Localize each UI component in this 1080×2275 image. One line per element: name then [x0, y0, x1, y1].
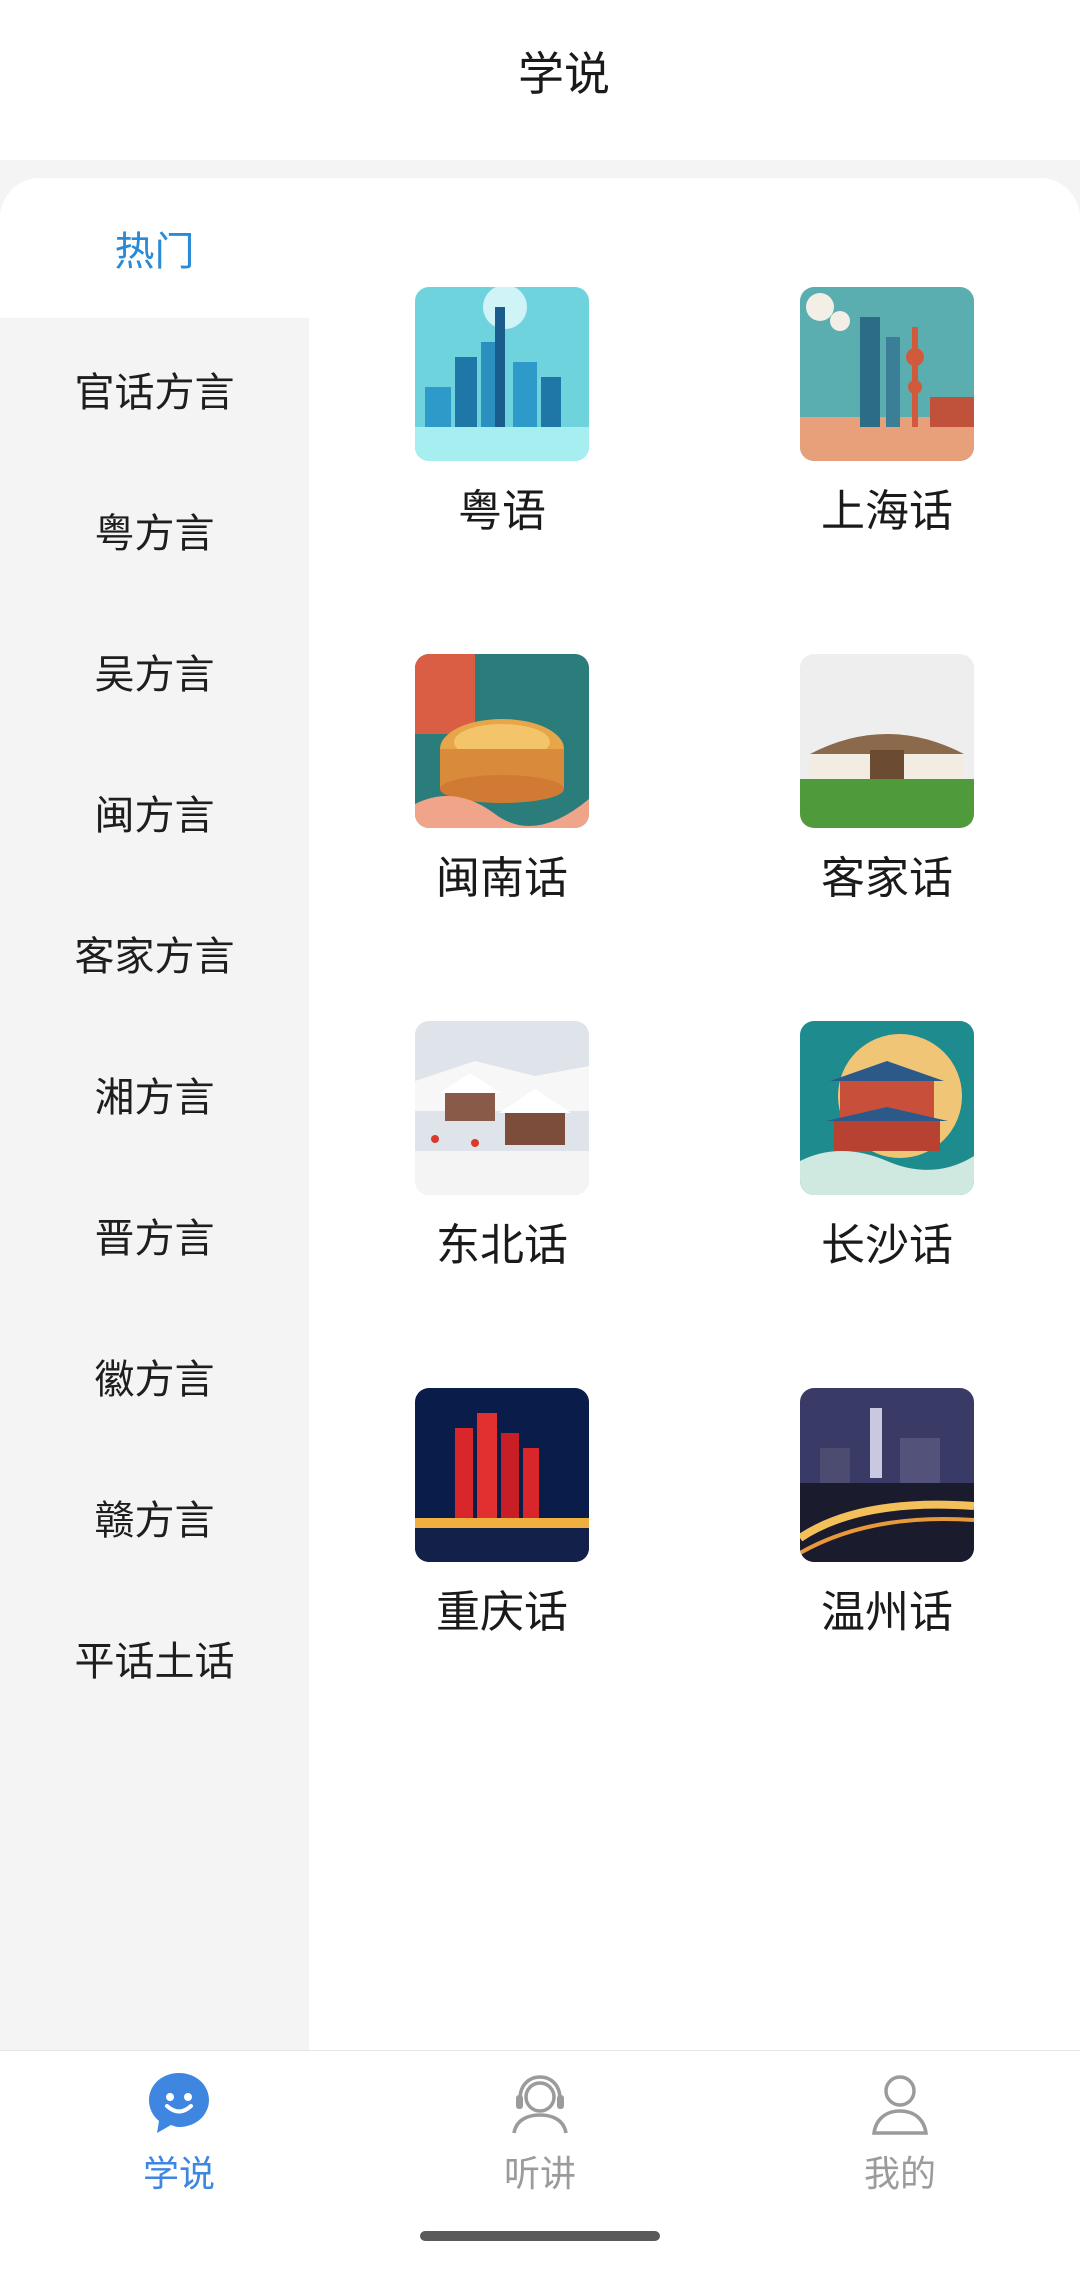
shanghai-skyline-image	[800, 287, 974, 461]
top-bar: 学说	[0, 0, 1080, 160]
tulou-illustration-image	[415, 654, 589, 828]
chat-smile-icon	[149, 2073, 209, 2133]
changsha-pavilion-image	[800, 1021, 974, 1195]
tab-listen[interactable]: 听讲	[440, 2065, 640, 2205]
sidebar-item-hakka[interactable]: 客家方言	[0, 883, 309, 1023]
sidebar-item-hot[interactable]: 热门	[0, 178, 309, 318]
category-sidebar: 热门 官话方言 粤方言 吴方言 闽方言 客家方言 湘方言 晋方言 徽方言 赣方言…	[0, 178, 309, 2050]
guangzhou-skyline-image	[415, 287, 589, 461]
sidebar-item-jin[interactable]: 晋方言	[0, 1165, 309, 1305]
tab-learn-speak[interactable]: 学说	[79, 2065, 279, 2205]
dialect-label: 重庆话	[436, 1587, 568, 1638]
dialect-tile-dongbei[interactable]: 东北话	[371, 1021, 631, 1281]
dialect-label: 温州话	[821, 1587, 953, 1638]
sidebar-item-gan[interactable]: 赣方言	[0, 1447, 309, 1587]
tab-label: 学说	[142, 2154, 215, 2195]
user-profile-icon	[871, 2075, 929, 2135]
chongqing-night-image	[415, 1388, 589, 1562]
dialect-tile-chongqing[interactable]: 重庆话	[371, 1388, 631, 1648]
tab-label: 听讲	[503, 2154, 576, 2195]
snow-village-image	[415, 1021, 589, 1195]
sidebar-item-hui[interactable]: 徽方言	[0, 1306, 309, 1446]
dialect-tile-changsha[interactable]: 长沙话	[756, 1021, 1016, 1281]
dialect-tile-cantonese[interactable]: 粤语	[371, 287, 631, 547]
sidebar-item-wu[interactable]: 吴方言	[0, 601, 309, 741]
sidebar-item-mandarin[interactable]: 官话方言	[0, 319, 309, 459]
sidebar-item-pinghua[interactable]: 平话土话	[0, 1588, 309, 1728]
dialect-tile-shanghainese[interactable]: 上海话	[756, 287, 1016, 547]
dialect-label: 客家话	[821, 853, 953, 904]
dialect-tile-hakka[interactable]: 客家话	[756, 654, 1016, 914]
dialect-tile-minnan[interactable]: 闽南话	[371, 654, 631, 914]
page-title: 学说	[518, 47, 610, 101]
dialect-label: 东北话	[436, 1220, 568, 1271]
tab-profile[interactable]: 我的	[800, 2065, 1000, 2205]
bottom-tab-bar: 学说 听讲 我的	[0, 2050, 1080, 2275]
tab-label: 我的	[863, 2154, 936, 2195]
dialect-label: 上海话	[821, 486, 953, 537]
dialect-tile-wenzhou[interactable]: 温州话	[756, 1388, 1016, 1648]
sidebar-item-xiang[interactable]: 湘方言	[0, 1024, 309, 1164]
sidebar-item-min[interactable]: 闽方言	[0, 742, 309, 882]
sidebar-item-yue[interactable]: 粤方言	[0, 460, 309, 600]
dialect-label: 粤语	[458, 486, 546, 537]
wenzhou-night-image	[800, 1388, 974, 1562]
hakka-tulou-image	[800, 654, 974, 828]
home-indicator[interactable]	[420, 2231, 660, 2241]
dialect-label: 闽南话	[436, 853, 568, 904]
dialect-label: 长沙话	[821, 1220, 953, 1271]
content-card: 热门 官话方言 粤方言 吴方言 闽方言 客家方言 湘方言 晋方言 徽方言 赣方言…	[0, 178, 1080, 2050]
headset-user-icon	[512, 2075, 568, 2134]
